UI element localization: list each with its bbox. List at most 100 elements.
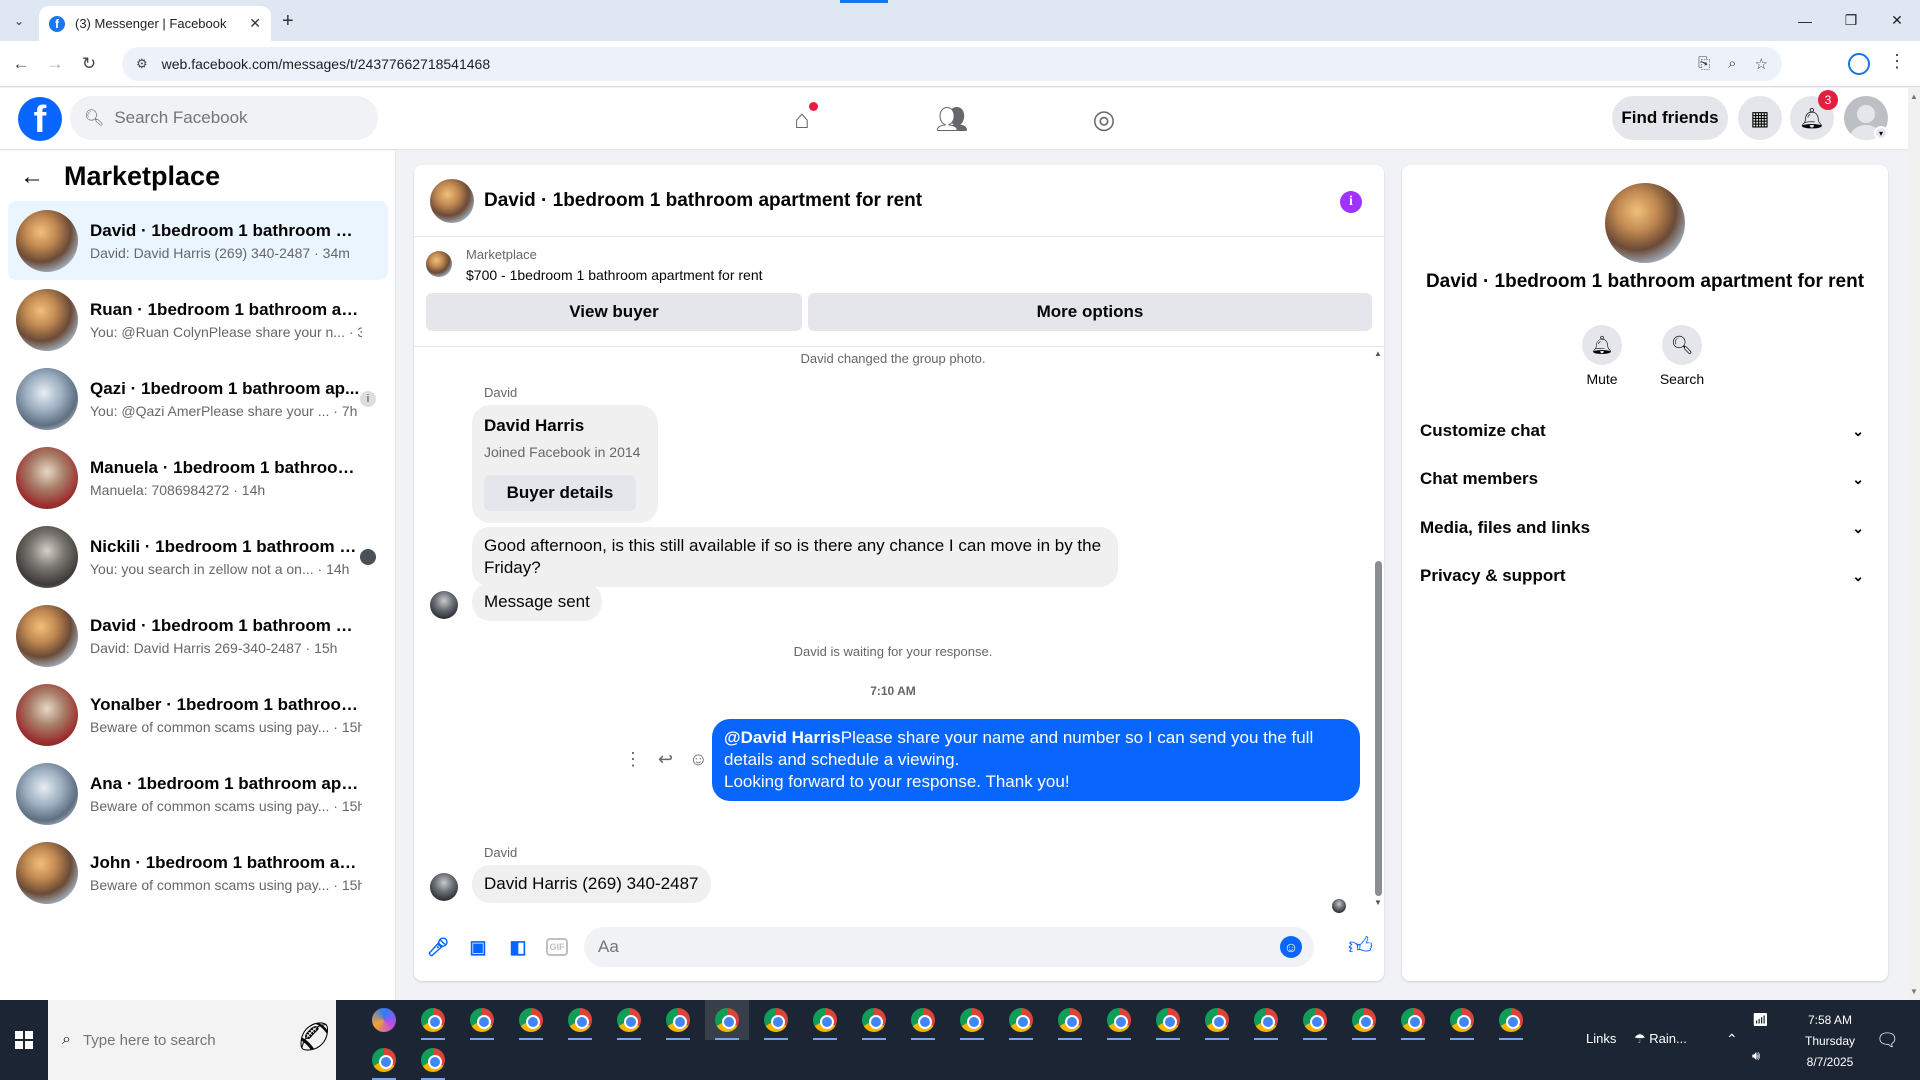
conversation-item[interactable]: David · 1bedroom 1 bathroom apa... David:… bbox=[8, 201, 388, 280]
scroll-up-icon[interactable]: ▲ bbox=[1910, 92, 1918, 101]
react-smiley-icon[interactable]: ☺ bbox=[689, 749, 707, 770]
incoming-message[interactable]: Good afternoon, is this still available … bbox=[472, 527, 1118, 587]
links-toolbar[interactable]: Links bbox=[1586, 1031, 1616, 1046]
chat-avatar[interactable] bbox=[430, 178, 474, 223]
window-close-icon[interactable]: ✕ bbox=[1874, 0, 1920, 41]
groups-icon[interactable]: ◎ bbox=[1082, 98, 1126, 140]
mention[interactable]: @David Harris bbox=[724, 728, 841, 747]
incoming-message[interactable]: Message sent bbox=[472, 583, 602, 621]
chrome-window-icon[interactable] bbox=[411, 1000, 455, 1040]
sender-avatar[interactable] bbox=[430, 591, 458, 619]
back-arrow-icon[interactable]: ← bbox=[20, 163, 44, 191]
taskbar-search[interactable]: ⌕ 🏈︎ bbox=[48, 1000, 336, 1080]
sender-avatar[interactable] bbox=[430, 873, 458, 901]
notification-center-icon[interactable]: 🗨︎ bbox=[1876, 1030, 1899, 1051]
search-conversation-button[interactable]: 🔍︎ Search bbox=[1652, 325, 1712, 387]
facebook-search-input[interactable] bbox=[114, 108, 335, 128]
microphone-icon[interactable]: 🎤︎ bbox=[426, 935, 450, 959]
volume-icon[interactable]: 🔊︎ bbox=[1752, 1048, 1760, 1064]
url-text[interactable]: web.facebook.com/messages/t/243776627185… bbox=[162, 56, 490, 72]
find-friends-button[interactable]: Find friends bbox=[1612, 96, 1728, 140]
message-input[interactable] bbox=[598, 937, 1238, 957]
mute-button[interactable]: 🔔︎ Mute bbox=[1572, 325, 1632, 387]
scroll-down-icon[interactable]: ▼ bbox=[1374, 898, 1382, 907]
account-chevron-down-icon[interactable]: ▾ bbox=[1874, 126, 1888, 140]
tab-search-chevron-icon[interactable]: ⌄ bbox=[8, 10, 30, 32]
conversation-item[interactable]: Ana · 1bedroom 1 bathroom apart... Beware… bbox=[8, 754, 388, 833]
chrome-window-icon[interactable] bbox=[1244, 1000, 1288, 1040]
privacy-support-section[interactable]: Privacy & support ⌄ bbox=[1410, 554, 1880, 598]
windows-start-icon[interactable] bbox=[0, 1000, 48, 1080]
notifications-bell-icon[interactable]: 🔔︎ 3 bbox=[1790, 90, 1838, 140]
conversation-avatar[interactable] bbox=[1605, 183, 1685, 263]
back-arrow-icon[interactable]: ← bbox=[10, 53, 32, 75]
conversation-item[interactable]: Yonalber · 1bedroom 1 bathroom a... Bewar… bbox=[8, 675, 388, 754]
taskbar-search-input[interactable] bbox=[82, 1031, 233, 1049]
chat-scrollbar[interactable]: ▲ ▼ bbox=[1372, 347, 1384, 907]
weather-widget[interactable]: ☂ Rain... bbox=[1634, 1031, 1687, 1047]
tab-close-icon[interactable]: ✕ bbox=[249, 15, 261, 32]
browser-profile-icon[interactable] bbox=[1848, 53, 1870, 75]
chrome-window-icon[interactable] bbox=[705, 1000, 749, 1040]
facebook-logo-icon[interactable]: f bbox=[18, 97, 62, 141]
chrome-window-icon[interactable] bbox=[656, 1000, 700, 1040]
chrome-window-icon[interactable] bbox=[411, 1040, 455, 1080]
chrome-window-icon[interactable] bbox=[558, 1000, 602, 1040]
show-hidden-icons-chevron-icon[interactable]: ⌃ bbox=[1726, 1031, 1738, 1048]
page-scrollbar[interactable]: ▲ ▼ bbox=[1908, 88, 1920, 1000]
zoom-icon[interactable]: ⌕ bbox=[1728, 55, 1736, 73]
restore-icon[interactable]: ❐ bbox=[1828, 0, 1874, 41]
emoji-icon[interactable]: ☺ bbox=[1280, 936, 1302, 958]
new-tab-plus-icon[interactable]: + bbox=[282, 10, 294, 33]
incoming-message[interactable]: David Harris (269) 340-2487 bbox=[472, 865, 711, 903]
media-files-links-section[interactable]: Media, files and links ⌄ bbox=[1410, 506, 1880, 550]
chat-members-section[interactable]: Chat members ⌄ bbox=[1410, 457, 1880, 501]
conversation-item[interactable]: Ruan · 1bedroom 1 bathroom apar... You: @… bbox=[8, 280, 388, 359]
gif-icon[interactable]: GIF bbox=[546, 938, 568, 956]
chrome-window-icon[interactable] bbox=[1342, 1000, 1386, 1040]
conversation-item[interactable]: David · 1bedroom 1 bathroom apa... David:… bbox=[8, 596, 388, 675]
chrome-window-icon[interactable] bbox=[1097, 1000, 1141, 1040]
address-bar[interactable]: ⚙ web.facebook.com/messages/t/2437766271… bbox=[122, 47, 1782, 81]
message-input-box[interactable]: ☺ bbox=[584, 927, 1314, 967]
facebook-search[interactable]: 🔍︎ bbox=[70, 96, 378, 140]
chrome-window-icon[interactable] bbox=[1146, 1000, 1190, 1040]
menu-grid-icon[interactable]: ▦ bbox=[1738, 96, 1782, 140]
home-icon[interactable]: ⌂ bbox=[780, 98, 824, 140]
more-options-button[interactable]: More options bbox=[808, 293, 1372, 331]
bookmark-star-icon[interactable]: ☆ bbox=[1755, 55, 1768, 73]
photo-icon[interactable]: ▣ bbox=[466, 935, 490, 959]
buyer-details-button[interactable]: Buyer details bbox=[484, 475, 636, 511]
reload-icon[interactable]: ↻ bbox=[78, 53, 100, 75]
network-icon[interactable]: 📶︎ bbox=[1752, 1012, 1769, 1028]
chrome-window-icon[interactable] bbox=[901, 1000, 945, 1040]
scroll-up-icon[interactable]: ▲ bbox=[1374, 349, 1382, 358]
chrome-window-icon[interactable] bbox=[803, 1000, 847, 1040]
conversation-info-icon[interactable]: i bbox=[1340, 191, 1362, 213]
view-buyer-button[interactable]: View buyer bbox=[426, 293, 802, 331]
customize-chat-section[interactable]: Customize chat ⌄ bbox=[1410, 409, 1880, 453]
chrome-window-icon[interactable] bbox=[999, 1000, 1043, 1040]
listing-description[interactable]: $700 - 1bedroom 1 bathroom apartment for… bbox=[466, 267, 763, 283]
outgoing-message[interactable]: @David HarrisPlease share your name and … bbox=[712, 719, 1360, 801]
system-clock[interactable]: 7:58 AM Thursday 8/7/2025 bbox=[1780, 1010, 1880, 1073]
conversation-item[interactable]: John · 1bedroom 1 bathroom apart... Bewar… bbox=[8, 833, 388, 912]
chrome-window-icon[interactable] bbox=[1048, 1000, 1092, 1040]
chrome-window-icon[interactable] bbox=[607, 1000, 651, 1040]
install-app-icon[interactable]: ⎘ bbox=[1698, 55, 1710, 73]
chrome-window-icon[interactable] bbox=[1489, 1000, 1533, 1040]
forward-arrow-icon[interactable]: → bbox=[44, 53, 66, 75]
chrome-window-icon[interactable] bbox=[509, 1000, 553, 1040]
sticker-icon[interactable]: ◧ bbox=[506, 935, 530, 959]
minimize-icon[interactable]: — bbox=[1782, 0, 1828, 41]
chrome-window-icon[interactable] bbox=[460, 1000, 504, 1040]
chrome-window-icon[interactable] bbox=[1391, 1000, 1435, 1040]
chrome-window-icon[interactable] bbox=[1440, 1000, 1484, 1040]
reply-icon[interactable]: ↩ bbox=[658, 749, 673, 770]
chrome-window-icon[interactable] bbox=[362, 1040, 406, 1080]
conversation-item[interactable]: Manuela · 1bedroom 1 bathroom a... Manuel… bbox=[8, 438, 388, 517]
chrome-window-icon[interactable] bbox=[1293, 1000, 1337, 1040]
search-highlight-icon[interactable]: 🏈︎ bbox=[296, 1020, 332, 1053]
copilot-app-icon[interactable] bbox=[362, 1000, 406, 1040]
browser-tab-messenger[interactable]: f (3) Messenger | Facebook ✕ bbox=[39, 6, 271, 41]
